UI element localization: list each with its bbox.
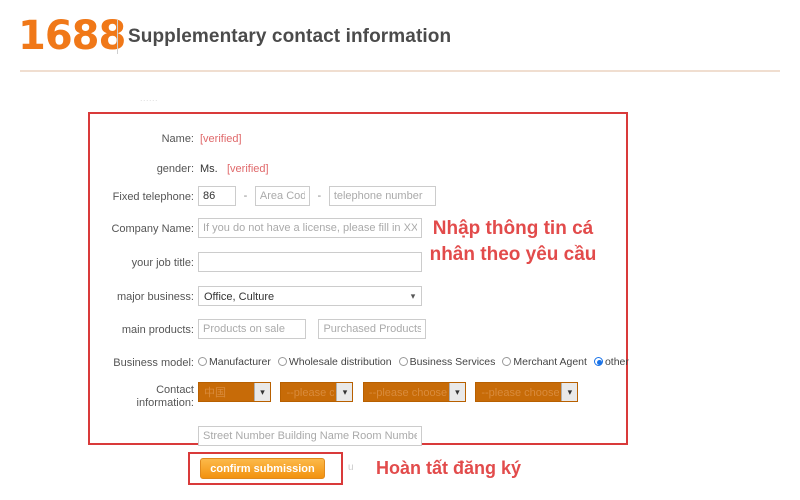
form-row-major-business: major business: Office, Culture ▾ [90, 286, 626, 308]
radio-dot-selected-icon [593, 357, 603, 366]
name-value: [verified] [200, 133, 242, 145]
major-business-selected-value: Office, Culture [204, 291, 275, 303]
radio-label: Business Services [409, 356, 496, 368]
radio-dot-icon [398, 357, 408, 366]
contact-select-province[interactable]: --please choose-- ▾ [280, 382, 354, 402]
telephone-separator-1: - [243, 190, 248, 202]
country-code-input[interactable] [198, 186, 236, 206]
contact-select-district[interactable]: --please choose-- ▾ [475, 382, 579, 402]
radio-label: other [604, 356, 629, 368]
page-header: 1688 Supplementary contact information [0, 0, 800, 72]
name-label: Name: [161, 133, 194, 145]
header-divider-rule [20, 70, 780, 72]
gender-value: Ms. [200, 163, 218, 175]
area-code-input[interactable] [254, 186, 310, 206]
clipped-text-fragment: ...... [140, 93, 159, 103]
contact-information-label-line2: information: [136, 397, 194, 409]
form-row-business-model: Business model: Manufacturer Wholesale di… [90, 352, 629, 374]
major-business-select[interactable]: Office, Culture ▾ [198, 286, 422, 306]
company-name-field [198, 218, 422, 238]
clipped-text-after-button: u [348, 462, 354, 473]
chevron-down-icon: ▾ [448, 383, 465, 401]
contact-select-province-value: --please choose-- [286, 387, 335, 399]
main-products-fields [198, 319, 427, 339]
radio-business-services[interactable]: Business Services [398, 352, 496, 372]
contact-information-label-line1: Contact [156, 384, 194, 396]
radio-dot-icon [502, 357, 512, 366]
form-row-contact-information: Contact information: 中国 ▾ --please choos… [90, 382, 626, 416]
major-business-field: Office, Culture ▾ [198, 286, 422, 306]
radio-other[interactable]: other [593, 352, 629, 372]
form-highlight-box: Name: [verified] gender: Ms. [verified] … [88, 112, 629, 448]
contact-information-selects: 中国 ▾ --please choose-- ▾ --please choose… [198, 382, 579, 402]
job-title-label: your job title: [131, 257, 194, 269]
street-address-field [198, 426, 422, 446]
chevron-down-icon: ▾ [410, 291, 416, 301]
contact-select-country-value: 中国 [204, 387, 226, 399]
telephone-separator-2: - [317, 190, 322, 202]
contact-select-city[interactable]: --please choose-- ▾ [362, 382, 466, 402]
chevron-down-icon: ▾ [336, 383, 353, 401]
radio-manufacturer[interactable]: Manufacturer [198, 352, 271, 372]
contact-select-country[interactable]: 中国 ▾ [198, 382, 271, 402]
fixed-telephone-label: Fixed telephone: [112, 191, 194, 203]
annotation-fill-personal-info: Nhập thông tin cá nhân theo yêu cầu [429, 218, 597, 265]
radio-label: Wholesale distribution [288, 356, 392, 368]
radio-label: Merchant Agent [513, 356, 587, 368]
contact-information-label: Contact information: [90, 384, 194, 410]
chevron-down-icon: ▾ [254, 383, 270, 401]
main-products-label: main products: [121, 324, 194, 336]
chevron-down-icon: ▾ [561, 383, 578, 401]
confirm-submission-button[interactable]: confirm submission [200, 458, 325, 479]
form-row-street-address [90, 426, 626, 448]
radio-merchant-agent[interactable]: Merchant Agent [502, 352, 587, 372]
job-title-input[interactable] [198, 252, 422, 272]
company-name-label: Company Name: [111, 223, 194, 235]
products-on-sale-input[interactable] [198, 319, 306, 339]
annotation-complete-registration: Hoàn tất đăng ký [376, 458, 522, 478]
logo-divider [117, 20, 118, 54]
form-row-fixed-telephone: Fixed telephone: - - [90, 186, 626, 208]
job-title-field [198, 252, 422, 272]
radio-wholesale-distribution[interactable]: Wholesale distribution [277, 352, 392, 372]
radio-dot-icon [198, 357, 207, 366]
telephone-number-input[interactable] [328, 186, 436, 206]
radio-label: Manufacturer [209, 356, 271, 368]
major-business-label: major business: [116, 291, 194, 303]
purchased-products-input[interactable] [318, 319, 427, 339]
contact-select-city-value: --please choose-- [368, 387, 447, 399]
gender-verified-badge: [verified] [227, 163, 269, 175]
form-row-name: Name: [verified] [90, 128, 626, 150]
street-address-input[interactable] [198, 426, 422, 446]
radio-dot-icon [277, 357, 287, 366]
company-name-input[interactable] [198, 218, 422, 238]
page-title: Supplementary contact information [128, 26, 452, 47]
form-row-gender: gender: Ms. [verified] [90, 158, 626, 180]
logo-1688: 1688 [18, 13, 126, 59]
fixed-telephone-fields: - - [198, 186, 436, 206]
business-model-label: Business model: [113, 357, 194, 369]
submit-highlight-box: confirm submission [188, 452, 343, 485]
form-row-main-products: main products: [90, 319, 626, 341]
contact-select-district-value: --please choose-- [481, 387, 560, 399]
business-model-radio-group: Manufacturer Wholesale distribution Busine… [198, 352, 636, 372]
gender-label: gender: [156, 163, 194, 175]
page-root: 1688 Supplementary contact information .… [0, 0, 800, 500]
